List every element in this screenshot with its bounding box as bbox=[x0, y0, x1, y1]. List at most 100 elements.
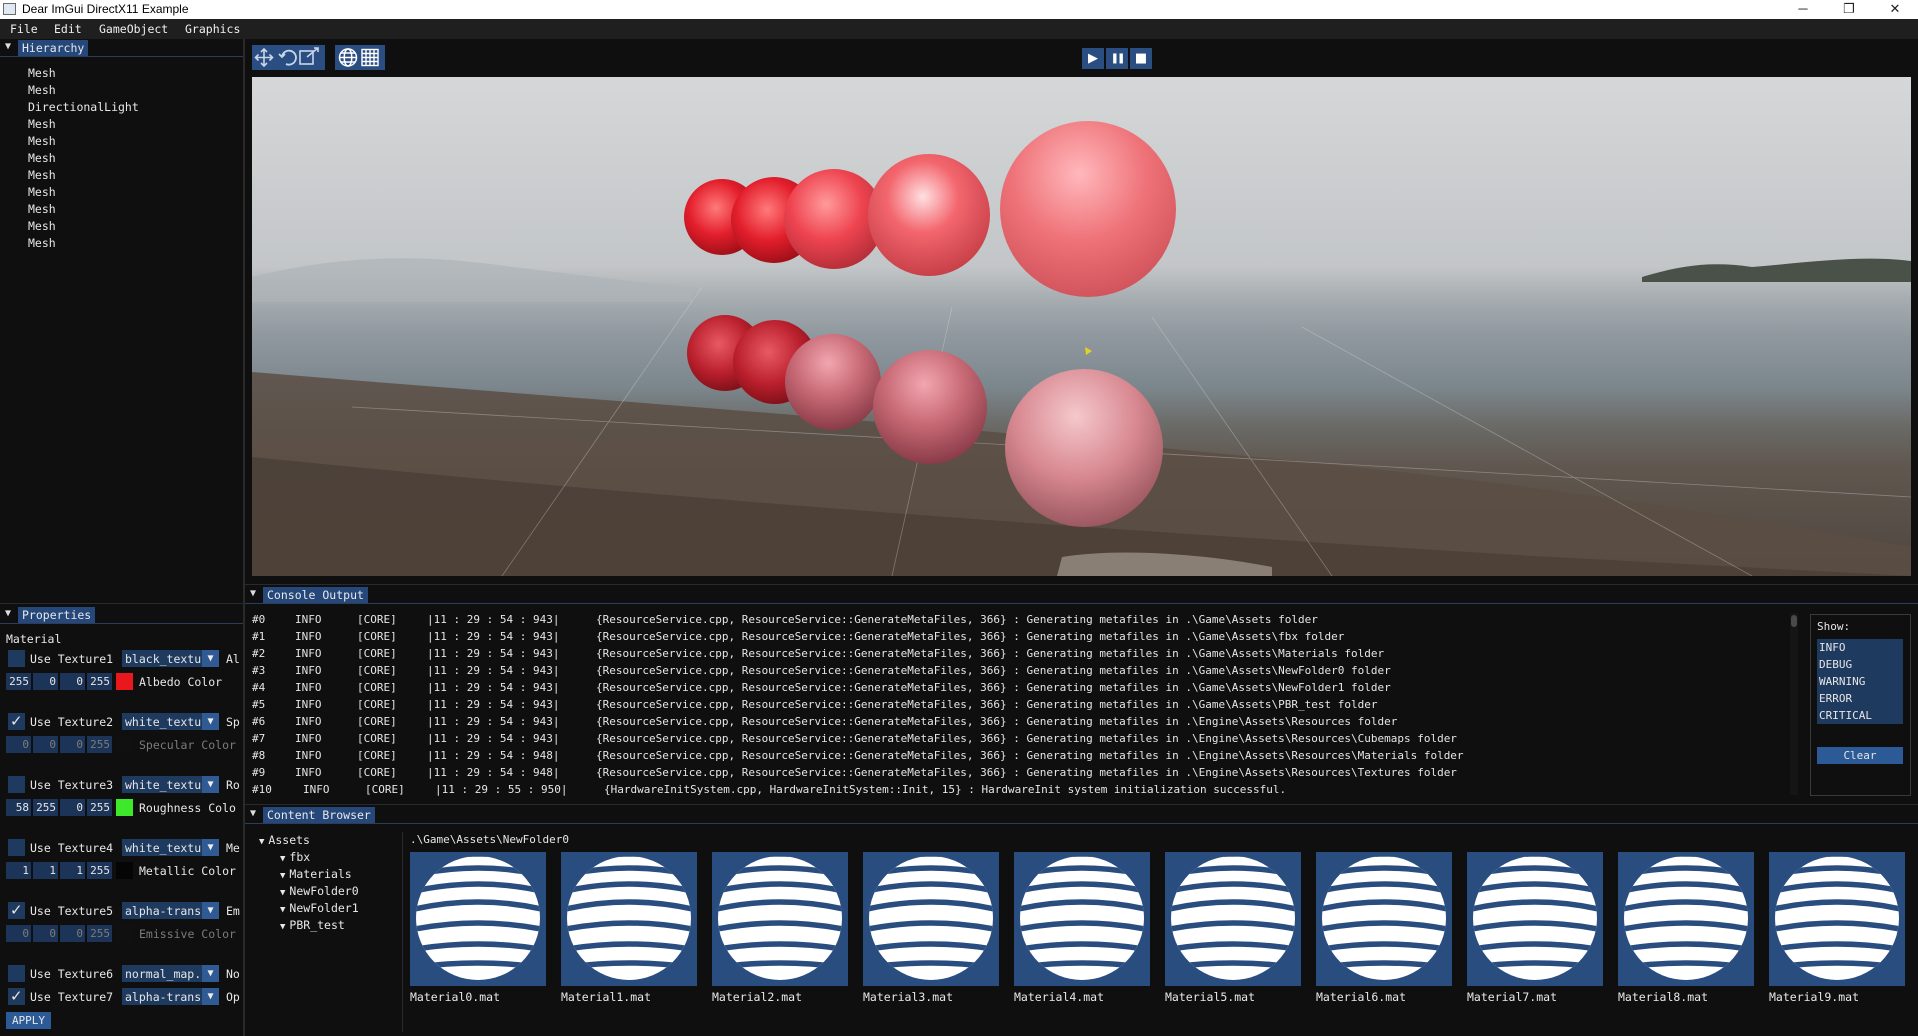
color-channel-input[interactable]: 0 bbox=[60, 673, 85, 690]
scene-viewport[interactable] bbox=[252, 77, 1911, 576]
hierarchy-item[interactable]: Mesh bbox=[28, 219, 56, 233]
hierarchy-item[interactable]: Mesh bbox=[28, 185, 56, 199]
console-content-divider[interactable] bbox=[245, 804, 1918, 805]
folder-tree-item[interactable]: ▼ PBR_test bbox=[280, 918, 345, 932]
color-channel-input[interactable]: 255 bbox=[87, 799, 112, 816]
sphere-mesh[interactable] bbox=[1000, 121, 1176, 297]
texture-dropdown[interactable]: black_textu ▼ bbox=[122, 650, 219, 667]
sphere-mesh[interactable] bbox=[785, 334, 881, 430]
maximize-button[interactable]: ❐ bbox=[1826, 0, 1872, 19]
console-scrollbar[interactable] bbox=[1790, 613, 1798, 795]
folder-tree-item[interactable]: ▼ fbx bbox=[280, 850, 310, 864]
texture-toggle-checkbox[interactable] bbox=[8, 901, 25, 919]
texture-dropdown[interactable]: normal_map. ▼ bbox=[122, 965, 219, 982]
color-swatch[interactable] bbox=[116, 736, 133, 753]
expand-arrow-icon[interactable]: ▼ bbox=[259, 837, 264, 847]
viewport-console-divider[interactable] bbox=[245, 584, 1918, 585]
expand-arrow-icon[interactable]: ▼ bbox=[280, 905, 285, 915]
scale-icon[interactable] bbox=[299, 47, 319, 65]
apply-button[interactable]: APPLY bbox=[6, 1012, 51, 1029]
chevron-down-icon[interactable]: ▼ bbox=[202, 776, 219, 793]
hierarchy-item[interactable]: DirectionalLight bbox=[28, 100, 139, 114]
chevron-down-icon[interactable]: ▼ bbox=[202, 650, 219, 667]
collapse-arrow-icon[interactable]: ▼ bbox=[250, 808, 256, 819]
color-channel-input[interactable]: 0 bbox=[33, 925, 58, 942]
texture-toggle-checkbox[interactable] bbox=[8, 712, 25, 730]
color-channel-input[interactable]: 1 bbox=[60, 862, 85, 879]
texture-dropdown[interactable]: alpha-trans ▼ bbox=[122, 902, 219, 919]
hierarchy-item[interactable]: Mesh bbox=[28, 117, 56, 131]
hierarchy-item[interactable]: Mesh bbox=[28, 83, 56, 97]
collapse-arrow-icon[interactable]: ▼ bbox=[250, 588, 256, 599]
texture-toggle-checkbox[interactable] bbox=[8, 965, 25, 982]
color-channel-input[interactable]: 1 bbox=[33, 862, 58, 879]
hierarchy-tab[interactable]: Hierarchy bbox=[18, 40, 89, 56]
material-asset-tile[interactable] bbox=[1467, 852, 1603, 986]
color-channel-input[interactable]: 255 bbox=[33, 799, 58, 816]
hierarchy-properties-divider[interactable] bbox=[0, 603, 243, 604]
menu-file[interactable]: File bbox=[10, 22, 38, 36]
color-channel-input[interactable]: 0 bbox=[33, 736, 58, 753]
texture-dropdown[interactable]: white_textu ▼ bbox=[122, 713, 219, 730]
chevron-down-icon[interactable]: ▼ bbox=[202, 965, 219, 982]
color-channel-input[interactable]: 0 bbox=[60, 736, 85, 753]
console-tab[interactable]: Console Output bbox=[263, 587, 368, 603]
material-asset-tile[interactable] bbox=[561, 852, 697, 986]
material-asset-tile[interactable] bbox=[1618, 852, 1754, 986]
material-asset-tile[interactable] bbox=[410, 852, 546, 986]
color-channel-input[interactable]: 255 bbox=[87, 673, 112, 690]
expand-arrow-icon[interactable]: ▼ bbox=[280, 922, 285, 932]
chevron-down-icon[interactable]: ▼ bbox=[202, 988, 219, 1005]
color-channel-input[interactable]: 0 bbox=[6, 736, 31, 753]
color-channel-input[interactable]: 0 bbox=[33, 673, 58, 690]
hierarchy-item[interactable]: Mesh bbox=[28, 236, 56, 250]
minimize-button[interactable]: ─ bbox=[1780, 0, 1826, 19]
hierarchy-item[interactable]: Mesh bbox=[28, 134, 56, 148]
texture-toggle-checkbox[interactable] bbox=[8, 839, 25, 856]
chevron-down-icon[interactable]: ▼ bbox=[202, 902, 219, 919]
material-asset-tile[interactable] bbox=[712, 852, 848, 986]
hierarchy-item[interactable]: Mesh bbox=[28, 202, 56, 216]
material-asset-tile[interactable] bbox=[1165, 852, 1301, 986]
color-channel-input[interactable]: 0 bbox=[6, 925, 31, 942]
color-channel-input[interactable]: 58 bbox=[6, 799, 31, 816]
color-channel-input[interactable]: 0 bbox=[60, 799, 85, 816]
globe-icon[interactable] bbox=[338, 48, 358, 67]
menu-gameobject[interactable]: GameObject bbox=[99, 22, 168, 36]
color-swatch[interactable] bbox=[116, 925, 133, 942]
expand-arrow-icon[interactable]: ▼ bbox=[280, 888, 285, 898]
material-asset-tile[interactable] bbox=[1014, 852, 1150, 986]
color-channel-input[interactable]: 0 bbox=[60, 925, 85, 942]
rotate-icon[interactable] bbox=[278, 49, 297, 66]
scrollbar-thumb[interactable] bbox=[1791, 615, 1797, 627]
hierarchy-item[interactable]: Mesh bbox=[28, 66, 56, 80]
filter-debug[interactable]: DEBUG bbox=[1817, 656, 1903, 673]
hierarchy-item[interactable]: Mesh bbox=[28, 151, 56, 165]
folder-tree-item[interactable]: ▼ Assets bbox=[259, 833, 310, 847]
play-button[interactable]: ▶ bbox=[1082, 48, 1104, 69]
filter-warning[interactable]: WARNING bbox=[1817, 673, 1903, 690]
material-asset-tile[interactable] bbox=[863, 852, 999, 986]
color-channel-input[interactable]: 255 bbox=[6, 673, 31, 690]
tree-divider[interactable] bbox=[402, 832, 403, 1032]
texture-dropdown[interactable]: white_textu ▼ bbox=[122, 776, 219, 793]
pause-button[interactable]: ❚❚ bbox=[1106, 48, 1128, 69]
color-channel-input[interactable]: 1 bbox=[6, 862, 31, 879]
collapse-arrow-icon[interactable]: ▼ bbox=[5, 608, 11, 619]
close-button[interactable]: ✕ bbox=[1872, 0, 1918, 19]
material-asset-tile[interactable] bbox=[1316, 852, 1452, 986]
left-column-divider[interactable] bbox=[243, 39, 245, 1036]
expand-arrow-icon[interactable]: ▼ bbox=[280, 854, 285, 864]
folder-tree-item[interactable]: ▼ Materials bbox=[280, 867, 352, 881]
collapse-arrow-icon[interactable]: ▼ bbox=[5, 41, 11, 52]
filter-info[interactable]: INFO bbox=[1817, 639, 1903, 656]
filter-critical[interactable]: CRITICAL bbox=[1817, 707, 1903, 724]
chevron-down-icon[interactable]: ▼ bbox=[202, 839, 219, 856]
filter-error[interactable]: ERROR bbox=[1817, 690, 1903, 707]
color-channel-input[interactable]: 255 bbox=[87, 862, 112, 879]
grid-icon[interactable] bbox=[361, 48, 379, 67]
move-icon[interactable] bbox=[254, 47, 274, 68]
hierarchy-item[interactable]: Mesh bbox=[28, 168, 56, 182]
folder-tree-item[interactable]: ▼ NewFolder0 bbox=[280, 884, 359, 898]
light-gizmo-icon[interactable] bbox=[1085, 347, 1092, 355]
